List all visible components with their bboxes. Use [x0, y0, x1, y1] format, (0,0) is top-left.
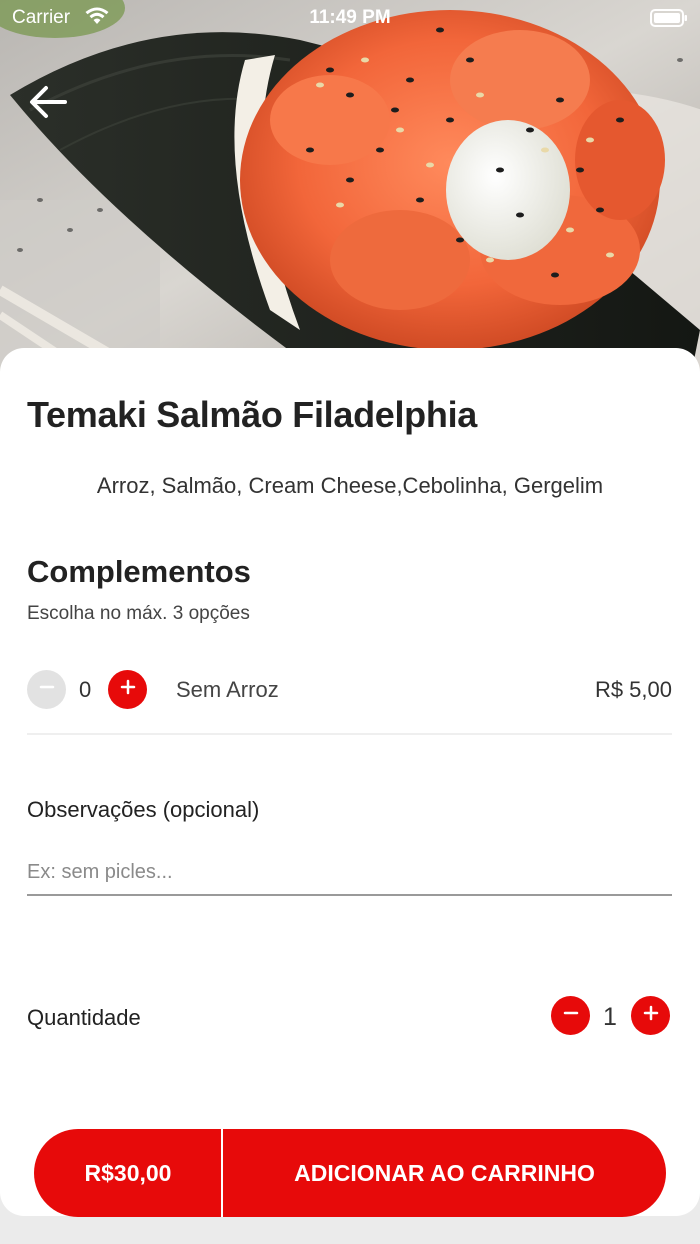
cart-total: R$30,00: [84, 1159, 172, 1186]
complements-subtitle: Escolha no máx. 3 opções: [27, 603, 250, 624]
product-image: [0, 0, 700, 380]
minus-icon: [38, 678, 56, 701]
complement-count: 0: [79, 677, 92, 702]
complement-increment-button[interactable]: [108, 670, 147, 709]
plus-icon: [119, 678, 137, 701]
complements-title: Complementos: [27, 554, 251, 589]
notes-input[interactable]: [27, 850, 672, 896]
notes-label: Observações (opcional): [27, 797, 260, 822]
add-to-cart-button[interactable]: R$30,00 ADICIONAR AO CARRINHO: [34, 1129, 666, 1217]
add-to-cart-label: ADICIONAR AO CARRINHO: [294, 1159, 595, 1186]
minus-icon: [561, 1003, 581, 1028]
arrow-left-icon: [29, 85, 67, 124]
status-bar: Carrier 11:49 PM: [0, 0, 700, 36]
back-button[interactable]: [22, 80, 74, 128]
battery-icon: [650, 8, 688, 34]
divider: [27, 733, 672, 735]
product-description: Arroz, Salmão, Cream Cheese,Cebolinha, G…: [96, 473, 604, 498]
complement-row: 0 Sem Arroz R$ 5,00: [27, 670, 672, 710]
product-details-sheet: Temaki Salmão Filadelphia Arroz, Salmão,…: [0, 348, 700, 1216]
plus-icon: [641, 1003, 661, 1028]
quantity-value: 1: [603, 1003, 617, 1031]
complement-decrement-button[interactable]: [27, 670, 66, 709]
quantity-label: Quantidade: [27, 1005, 141, 1030]
clock: 11:49 PM: [309, 7, 391, 28]
quantity-decrement-button[interactable]: [551, 996, 590, 1035]
complement-name: Sem Arroz: [176, 677, 279, 702]
quantity-increment-button[interactable]: [631, 996, 670, 1035]
complement-price: R$ 5,00: [594, 677, 672, 702]
product-title: Temaki Salmão Filadelphia: [27, 394, 477, 435]
